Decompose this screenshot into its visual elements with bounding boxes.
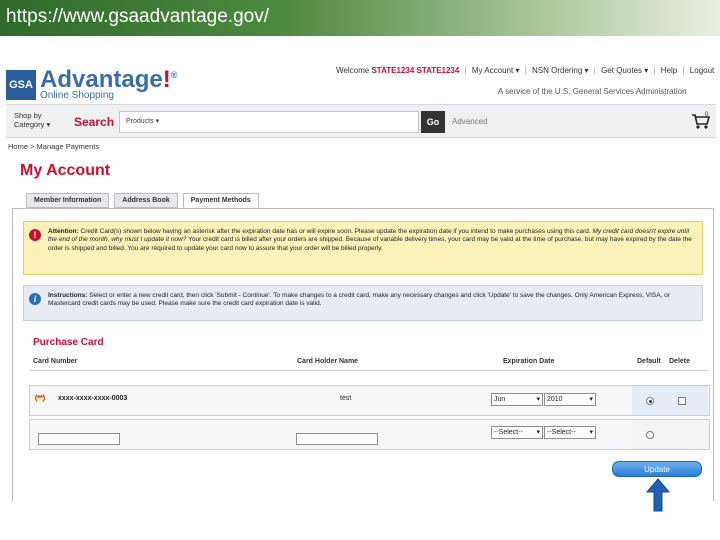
attention-text: Attention: Credit Card(s) shown below ha… [48, 228, 696, 253]
products-dropdown[interactable]: Products ▾ [126, 117, 159, 125]
brand-name: Advantage [40, 66, 163, 93]
brand-subtitle: Online Shopping [40, 90, 114, 101]
category-label: Category [14, 120, 45, 129]
expiration-month-value: Jun [494, 396, 506, 403]
breadcrumb[interactable]: Home > Manage Payments [8, 142, 99, 151]
new-card-number-input[interactable] [38, 433, 120, 445]
tagline: A service of the U.S. General Services A… [498, 87, 687, 96]
products-label: Products [126, 118, 154, 125]
brand-mark: ! [162, 66, 171, 93]
instructions-message: i Instructions: Select or enter a new cr… [23, 285, 703, 321]
default-radio[interactable] [646, 431, 654, 439]
chevron-down-icon[interactable]: ▾ [515, 66, 519, 75]
nav-separator: | [464, 66, 467, 75]
col-card-holder-name: Card Holder Name [297, 358, 359, 365]
new-card-holder-input[interactable] [296, 433, 378, 445]
table-row: (**) xxxx-xxxx-xxxx-0003 test Jun 2010 [29, 385, 710, 416]
attention-body: Credit Card(s) shown below having an ast… [80, 228, 591, 235]
welcome-text: Welcome [336, 66, 370, 75]
shopping-cart-icon[interactable]: 0 [690, 111, 712, 131]
card-number[interactable]: xxxx-xxxx-xxxx-0003 [58, 395, 127, 402]
card-holder-name: test [340, 395, 352, 402]
search-label: Search [74, 115, 115, 129]
nav-separator: | [682, 66, 685, 75]
attention-lead: Attention: [48, 228, 79, 235]
expiration-month-select[interactable]: Jun [491, 393, 543, 406]
default-cell [632, 420, 708, 449]
instructions-text: Instructions: Select or enter a new cred… [48, 292, 696, 309]
tab-member-information[interactable]: Member Information [26, 193, 110, 208]
info-icon: i [29, 293, 41, 305]
gsa-site: GSA Advantage!® Online Shopping Welcome … [6, 60, 716, 501]
search-bar: Shop by Category ▾ Search Products ▾ Go … [6, 104, 716, 138]
chevron-down-icon: ▾ [46, 120, 51, 129]
nav-my-account[interactable]: My Account [472, 66, 513, 75]
top-nav: Welcome STATE1234 STATE1234 | My Account… [336, 66, 714, 75]
chevron-down-icon[interactable]: ▾ [585, 66, 589, 75]
new-expiration-month-value: --Select-- [494, 429, 523, 436]
nav-help[interactable]: Help [661, 66, 677, 75]
warning-icon: ! [29, 229, 41, 241]
update-button[interactable]: Update [612, 461, 702, 477]
advanced-search-link[interactable]: Advanced [452, 117, 488, 126]
nav-nsn-ordering[interactable]: NSN Ordering [532, 66, 582, 75]
tab-payment-methods[interactable]: Payment Methods [182, 193, 259, 208]
default-radio[interactable] [646, 397, 654, 405]
brand-reg: ® [170, 70, 178, 80]
arrow-up-icon [646, 478, 670, 512]
purchase-card-table-header: Card Number Card Holder Name Expiration … [29, 354, 708, 371]
chevron-down-icon: ▾ [155, 118, 160, 125]
gsa-logo[interactable]: GSA [6, 70, 36, 100]
user-name: STATE1234 STATE1234 [371, 66, 460, 75]
new-expiration-year-value: --Select-- [547, 429, 576, 436]
col-card-number: Card Number [33, 358, 78, 365]
chevron-down-icon[interactable]: ▾ [644, 66, 648, 75]
col-expiration-date: Expiration Date [503, 358, 555, 365]
table-row: --Select-- --Select-- [29, 419, 710, 450]
delete-checkbox[interactable] [678, 397, 686, 405]
nav-logout[interactable]: Logout [690, 66, 714, 75]
url-text: https://www.gsaadvantage.gov/ [6, 6, 269, 27]
new-expiration-month-select[interactable]: --Select-- [491, 426, 543, 439]
instructions-body: Select or enter a new credit card, then … [48, 292, 670, 308]
account-tabs: Member Information Address Book Payment … [26, 193, 259, 208]
expiration-year-select[interactable]: 2010 [544, 393, 596, 406]
new-expiration-year-select[interactable]: --Select-- [544, 426, 596, 439]
col-delete: Delete [669, 358, 691, 365]
nav-get-quotes[interactable]: Get Quotes [601, 66, 642, 75]
url-banner: https://www.gsaadvantage.gov/ [0, 0, 720, 36]
purchase-card-title: Purchase Card [33, 337, 104, 348]
go-button[interactable]: Go [421, 111, 445, 133]
default-cell [632, 386, 708, 415]
expiring-marker: (**) [34, 395, 47, 402]
search-input[interactable]: Products ▾ [119, 111, 419, 133]
nav-separator: | [593, 66, 596, 75]
nav-separator: | [524, 66, 527, 75]
expiration-year-value: 2010 [547, 396, 563, 403]
payment-methods-panel: ! Attention: Credit Card(s) shown below … [12, 208, 714, 501]
tab-address-book[interactable]: Address Book [114, 193, 178, 208]
attention-message: ! Attention: Credit Card(s) shown below … [23, 221, 703, 275]
col-default: Default [637, 358, 661, 365]
shop-by-label: Shop by [14, 111, 42, 120]
nav-separator: | [653, 66, 656, 75]
instructions-lead: Instructions: [48, 292, 88, 299]
shop-by-category-menu[interactable]: Shop by Category ▾ [14, 111, 50, 129]
page-title: My Account [20, 162, 111, 179]
